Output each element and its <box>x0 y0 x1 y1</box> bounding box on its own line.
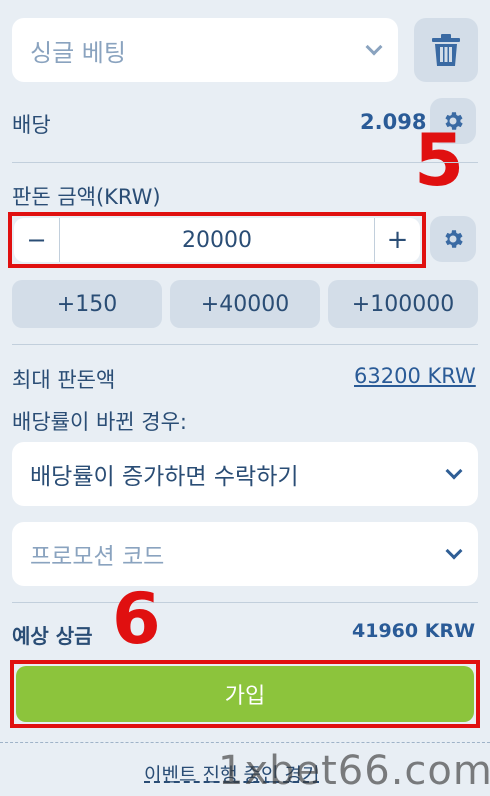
bet-type-value: 싱글 베팅 <box>30 38 126 67</box>
delete-button[interactable] <box>414 18 478 82</box>
quick-amount-button[interactable]: +150 <box>12 280 162 328</box>
minus-icon: − <box>26 226 47 254</box>
potential-win-label: 예상 상금 <box>12 624 93 648</box>
quick-amount-button[interactable]: +100000 <box>328 280 478 328</box>
promo-code-select[interactable]: 프로모션 코드 <box>12 522 478 586</box>
bet-type-select[interactable]: 싱글 베팅 <box>12 18 398 82</box>
odds-change-label: 배당률이 바뀐 경우: <box>12 410 187 434</box>
footer-divider <box>0 742 490 743</box>
step-5-annotation: 5 <box>414 118 465 202</box>
submit-button[interactable]: 가입 <box>16 666 474 722</box>
trash-icon <box>432 34 460 66</box>
divider <box>12 602 478 603</box>
gear-icon <box>445 230 463 248</box>
odds-change-value: 배당률이 증가하면 수락하기 <box>30 464 299 490</box>
chevron-down-icon <box>365 38 383 56</box>
odds-change-select[interactable]: 배당률이 증가하면 수락하기 <box>12 442 478 506</box>
submit-label: 가입 <box>224 684 266 709</box>
watermark: 1xbet66.com <box>218 748 490 794</box>
stake-increase-button[interactable]: + <box>374 218 420 262</box>
stake-settings-button[interactable] <box>430 216 476 262</box>
step-6-annotation: 6 <box>112 578 161 660</box>
chevron-down-icon <box>445 542 463 560</box>
stake-decrease-button[interactable]: − <box>14 218 60 262</box>
max-stake-label: 최대 판돈액 <box>12 368 116 392</box>
potential-win-value: 41960 KRW <box>352 620 476 642</box>
odds-label: 배당 <box>12 113 51 137</box>
plus-icon: + <box>386 225 409 255</box>
promo-code-placeholder: 프로모션 코드 <box>30 544 165 570</box>
quick-amount-button[interactable]: +40000 <box>170 280 320 328</box>
chevron-down-icon <box>445 462 463 480</box>
stake-stepper[interactable]: − 20000 + <box>14 218 420 262</box>
stake-input[interactable]: 20000 <box>60 228 374 253</box>
stake-label: 판돈 금액(KRW) <box>12 185 161 209</box>
divider <box>12 344 478 345</box>
divider <box>12 162 478 163</box>
max-stake-link[interactable]: 63200 KRW <box>354 364 476 388</box>
